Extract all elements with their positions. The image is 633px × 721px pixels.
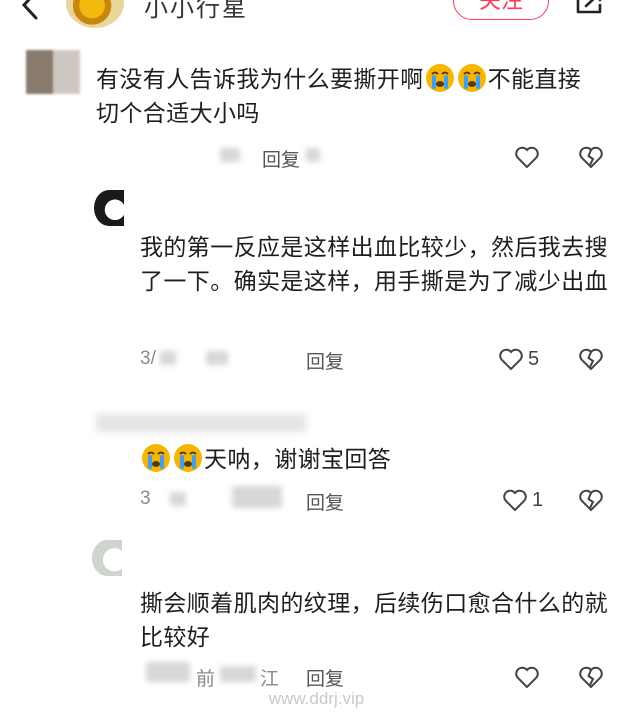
blurred-meta [232,486,282,508]
watermark: www.ddrj.vip [268,689,365,708]
broken-heart-icon[interactable] [578,144,604,170]
reply-button[interactable]: 回复 [306,347,344,374]
blurred-meta [206,351,228,365]
comment-item: 撕会顺着肌肉的纹理，后续伤口愈合什么的就比较好 前 江 回复 [0,530,633,700]
heart-icon [499,348,523,371]
heart-icon[interactable] [514,664,540,690]
comment-text: 撕会顺着肌肉的纹理，后续伤口愈合什么的就比较好 [140,590,608,650]
reply-button[interactable]: 回复 [262,145,300,172]
comment-meta: 3/ [140,348,156,369]
blurred-meta [220,666,256,682]
blurred-meta [146,662,190,682]
broken-heart-icon[interactable] [578,664,604,690]
broken-heart-icon[interactable] [578,487,604,513]
comment-meta: 3 [140,488,151,509]
broken-heart-icon[interactable] [578,346,604,372]
blurred-meta [306,148,320,162]
comment-text-part: 不能直接 [487,66,582,92]
comment-text-part: 天呐，谢谢宝回答 [204,446,392,472]
crying-face-emoji [174,444,202,472]
reply-button[interactable]: 回复 [306,664,344,691]
commenter-avatar[interactable] [94,190,124,226]
comment-text: 我的第一反应是这样出血比较少，然后我去搜了一下。确实是这样，用手撕是为了减少出血 [140,234,608,294]
comment-item: 我的第一反应是这样出血比较少，然后我去搜了一下。确实是这样，用手撕是为了减少出血… [0,180,633,380]
crying-face-emoji [142,444,170,472]
crying-face-emoji [457,64,486,92]
like-button[interactable]: 1 [502,487,543,513]
heart-icon[interactable] [514,144,540,170]
crying-face-emoji [425,64,454,92]
blurred-meta [220,148,240,162]
comment-text-part: 切个合适大小吗 [96,100,260,126]
comment-text: 天呐，谢谢宝回答 [140,442,610,476]
comment-text: 有没有人告诉我为什么要撕开啊 不能直接 切个合适大小吗 [96,62,611,130]
blurred-meta [170,492,186,506]
like-button[interactable]: 5 [498,346,539,372]
reply-button[interactable]: 回复 [306,488,344,515]
commenter-avatar[interactable] [92,540,122,576]
comment-meta: 前 [196,669,216,690]
comment-text-part: 有没有人告诉我为什么要撕开啊 [96,66,424,92]
blurred-avatar-and-name [96,414,306,432]
blurred-meta [160,351,176,365]
like-count: 5 [528,347,540,370]
commenter-avatar[interactable] [26,50,80,94]
comment-meta: 江 [260,669,280,690]
comment-item: 有没有人告诉我为什么要撕开啊 不能直接 切个合适大小吗 回复 [0,0,633,180]
comment-item: 天呐，谢谢宝回答 3 回复 1 [0,400,633,530]
like-count: 1 [532,488,544,511]
heart-icon [503,489,527,512]
